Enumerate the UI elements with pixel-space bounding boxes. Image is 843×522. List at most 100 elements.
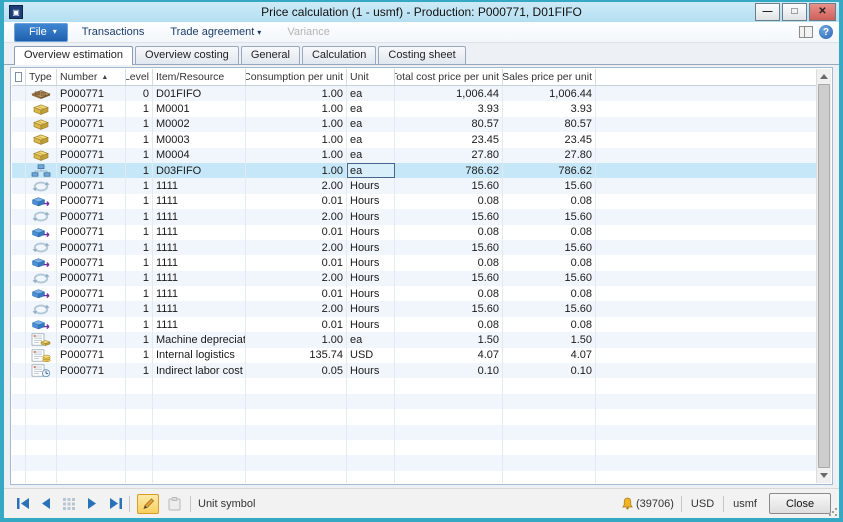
- grid-row[interactable]: P000771111110.01Hours0.080.08: [12, 286, 816, 301]
- cell-consumption-per-unit[interactable]: 2.00: [246, 240, 347, 255]
- cell-total-cost-price[interactable]: 0.08: [395, 286, 503, 301]
- grid-row[interactable]: P0007711M00021.00ea80.5780.57: [12, 117, 816, 132]
- cell-total-cost-price[interactable]: 1,006.44: [395, 86, 503, 101]
- cell-type[interactable]: [26, 148, 57, 163]
- cell-sales-price[interactable]: 27.80: [503, 148, 596, 163]
- minimize-button[interactable]: —: [755, 3, 780, 21]
- column-header-sales[interactable]: Sales price per unit: [503, 69, 596, 85]
- first-record-icon[interactable]: [16, 497, 30, 511]
- grid-row[interactable]: P0007711Indirect labor cost0.05Hours0.10…: [12, 363, 816, 378]
- cell-consumption-per-unit[interactable]: 1.00: [246, 332, 347, 347]
- cell-type[interactable]: [26, 178, 57, 193]
- cell-item-resource[interactable]: D01FIFO: [153, 86, 246, 101]
- cell-sales-price[interactable]: 23.45: [503, 132, 596, 147]
- cell-type[interactable]: [26, 363, 57, 378]
- cell-consumption-per-unit[interactable]: 2.00: [246, 178, 347, 193]
- select-all-checkbox[interactable]: [15, 72, 22, 82]
- cell-total-cost-price[interactable]: 1.50: [395, 332, 503, 347]
- cell-unit[interactable]: Hours: [347, 255, 395, 270]
- row-selector-cell[interactable]: [12, 317, 26, 332]
- cell-consumption-per-unit[interactable]: 1.00: [246, 117, 347, 132]
- cell-total-cost-price[interactable]: 15.60: [395, 209, 503, 224]
- cell-type[interactable]: [26, 163, 57, 178]
- cell-number[interactable]: P000771: [57, 163, 126, 178]
- cell-total-cost-price[interactable]: 80.57: [395, 117, 503, 132]
- row-selector-cell[interactable]: [12, 101, 26, 116]
- cell-sales-price[interactable]: 786.62: [503, 163, 596, 178]
- cell-unit[interactable]: Hours: [347, 301, 395, 316]
- cell-sales-price[interactable]: 1.50: [503, 332, 596, 347]
- cell-unit[interactable]: Hours: [347, 194, 395, 209]
- grid-row[interactable]: P000771111112.00Hours15.6015.60: [12, 178, 816, 193]
- grid-row[interactable]: P000771111112.00Hours15.6015.60: [12, 209, 816, 224]
- cell-total-cost-price[interactable]: 0.08: [395, 255, 503, 270]
- column-header-cons[interactable]: Consumption per unit: [246, 69, 347, 85]
- grid-row[interactable]: P0007711D03FIFO1.00ea786.62786.62: [12, 163, 816, 178]
- cell-item-resource[interactable]: 1111: [153, 301, 246, 316]
- next-record-icon[interactable]: [85, 497, 99, 511]
- cell-item-resource[interactable]: Machine depreciat...: [153, 332, 246, 347]
- currency-field[interactable]: USD: [689, 498, 716, 510]
- cell-item-resource[interactable]: 1111: [153, 178, 246, 193]
- cell-item-resource[interactable]: 1111: [153, 209, 246, 224]
- cell-item-resource[interactable]: 1111: [153, 286, 246, 301]
- cell-type[interactable]: [26, 225, 57, 240]
- row-selector-cell[interactable]: [12, 301, 26, 316]
- cell-type[interactable]: [26, 332, 57, 347]
- cell-number[interactable]: P000771: [57, 240, 126, 255]
- grid-row[interactable]: P0007711M00011.00ea3.933.93: [12, 101, 816, 116]
- cell-level[interactable]: 1: [126, 286, 153, 301]
- cell-consumption-per-unit[interactable]: 1.00: [246, 101, 347, 116]
- tab-costing-sheet[interactable]: Costing sheet: [378, 46, 465, 64]
- column-header-type[interactable]: Type: [26, 69, 57, 85]
- cell-level[interactable]: 1: [126, 317, 153, 332]
- cell-consumption-per-unit[interactable]: 0.01: [246, 317, 347, 332]
- row-selector-cell[interactable]: [12, 86, 26, 101]
- cell-total-cost-price[interactable]: 27.80: [395, 148, 503, 163]
- scrollbar-thumb[interactable]: [818, 84, 830, 468]
- cell-item-resource[interactable]: Indirect labor cost: [153, 363, 246, 378]
- cell-consumption-per-unit[interactable]: 0.01: [246, 194, 347, 209]
- cell-level[interactable]: 1: [126, 363, 153, 378]
- cell-type[interactable]: [26, 194, 57, 209]
- grid-row[interactable]: P0007710D01FIFO1.00ea1,006.441,006.44: [12, 86, 816, 101]
- previous-record-icon[interactable]: [39, 497, 53, 511]
- cell-level[interactable]: 1: [126, 225, 153, 240]
- cell-consumption-per-unit[interactable]: 2.00: [246, 209, 347, 224]
- cell-unit[interactable]: Hours: [347, 209, 395, 224]
- cell-level[interactable]: 1: [126, 240, 153, 255]
- row-selector-cell[interactable]: [12, 286, 26, 301]
- cell-level[interactable]: 1: [126, 101, 153, 116]
- company-field[interactable]: usmf: [731, 498, 759, 510]
- cell-total-cost-price[interactable]: 0.10: [395, 363, 503, 378]
- cell-number[interactable]: P000771: [57, 317, 126, 332]
- cell-unit[interactable]: Hours: [347, 240, 395, 255]
- grid-row[interactable]: P0007711M00031.00ea23.4523.45: [12, 132, 816, 147]
- cell-total-cost-price[interactable]: 4.07: [395, 348, 503, 363]
- tab-overview-estimation[interactable]: Overview estimation: [14, 46, 133, 65]
- cell-number[interactable]: P000771: [57, 209, 126, 224]
- grid-row[interactable]: P0007711Internal logistics135.74USD4.074…: [12, 348, 816, 363]
- cell-type[interactable]: [26, 101, 57, 116]
- layout-panes-icon[interactable]: [799, 26, 813, 38]
- cell-number[interactable]: P000771: [57, 332, 126, 347]
- cell-unit[interactable]: ea: [347, 332, 395, 347]
- grid-row[interactable]: P000771111110.01Hours0.080.08: [12, 255, 816, 270]
- cell-unit[interactable]: ea: [347, 132, 395, 147]
- cell-total-cost-price[interactable]: 0.08: [395, 317, 503, 332]
- cell-unit[interactable]: Hours: [347, 225, 395, 240]
- cell-item-resource[interactable]: 1111: [153, 194, 246, 209]
- cell-item-resource[interactable]: Internal logistics: [153, 348, 246, 363]
- cell-number[interactable]: P000771: [57, 255, 126, 270]
- column-header-unit[interactable]: Unit: [347, 69, 395, 85]
- cell-type[interactable]: [26, 348, 57, 363]
- grid-row[interactable]: P000771111112.00Hours15.6015.60: [12, 301, 816, 316]
- cell-sales-price[interactable]: 15.60: [503, 301, 596, 316]
- scroll-down-icon[interactable]: [817, 468, 831, 483]
- cell-unit[interactable]: Hours: [347, 271, 395, 286]
- row-selector-cell[interactable]: [12, 348, 26, 363]
- cell-unit[interactable]: Hours: [347, 363, 395, 378]
- cell-item-resource[interactable]: 1111: [153, 225, 246, 240]
- row-selector-cell[interactable]: [12, 225, 26, 240]
- cell-level[interactable]: 1: [126, 301, 153, 316]
